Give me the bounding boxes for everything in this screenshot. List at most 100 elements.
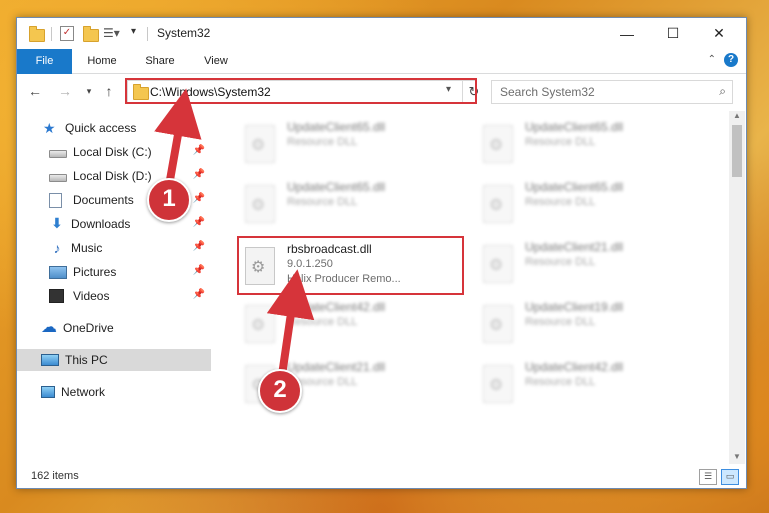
file-item[interactable]: UpdateClient42.dll Resource DLL [477,357,705,409]
file-type: Resource DLL [525,256,596,268]
sidebar-item-music[interactable]: ♪ Music 📌 [17,237,211,259]
file-explorer-window: ✓ ☰▾ ▾ System32 — ☐ ✕ File Home Share Vi… [16,17,747,489]
file-item[interactable]: UpdateClient42.dll Resource DLL [239,297,467,349]
step-1-badge: 1 [147,178,191,222]
music-icon: ♪ [53,240,61,256]
close-button[interactable]: ✕ [696,18,742,49]
pin-icon[interactable]: 📌 [193,193,205,204]
file-item[interactable]: UpdateClient65.dll Resource DLL [477,177,705,229]
network-icon [41,386,55,398]
file-type: Resource DLL [525,196,596,208]
file-type: Resource DLL [525,136,596,148]
tab-share[interactable]: Share [135,49,185,73]
search-input[interactable] [498,81,702,103]
file-name: UpdateClient21.dll [525,240,624,254]
help-icon[interactable]: ? [724,53,738,67]
file-item[interactable]: UpdateClient65.dll Resource DLL [239,117,467,169]
disk-icon [49,150,67,158]
divider [51,27,52,41]
sidebar-item-label: Downloads [71,217,131,231]
scroll-down-icon[interactable]: ▼ [729,452,745,464]
minimize-button[interactable]: — [604,18,650,49]
pin-icon[interactable]: 📌 [193,169,205,180]
file-type: Resource DLL [287,316,358,328]
file-name: UpdateClient21.dll [287,360,386,374]
document-icon [49,192,62,208]
window-title: System32 [157,26,211,40]
item-count: 162 items [31,470,79,482]
file-name: UpdateClient65.dll [287,120,386,134]
dll-file-icon [245,305,275,343]
refresh-button[interactable]: ↻ [462,81,485,103]
title-bar: ✓ ☰▾ ▾ System32 — ☐ ✕ [17,18,746,49]
large-icons-view-icon[interactable]: ▭ [721,469,739,485]
file-name: rbsbroadcast.dll [287,242,372,256]
dll-file-icon [245,185,275,223]
back-button[interactable]: ← [25,81,45,101]
sidebar-item-label: Quick access [65,121,137,135]
sidebar-item-label: Network [61,385,106,399]
sidebar-item-this-pc[interactable]: This PC [17,349,211,371]
file-name: UpdateClient42.dll [287,300,386,314]
folder-icon[interactable] [29,26,45,42]
pin-icon[interactable]: 📌 [193,289,205,300]
dll-file-icon [245,125,275,163]
sidebar-item-quick-access[interactable]: ★ Quick access [17,117,211,139]
sidebar-item-onedrive[interactable]: ☁ OneDrive [17,317,211,339]
pin-icon[interactable]: 📌 [193,145,205,156]
file-item[interactable]: UpdateClient65.dll Resource DLL [477,117,705,169]
file-item[interactable]: UpdateClient21.dll Resource DLL [477,237,705,289]
search-box[interactable]: ⌕ [491,80,733,104]
pin-icon[interactable]: 📌 [193,241,205,252]
customize-toolbar-icon[interactable]: ☰▾ [103,26,120,40]
step-2-badge: 2 [258,369,302,413]
dll-file-icon [483,185,513,223]
up-button[interactable]: ↑ [99,81,119,101]
scroll-thumb[interactable] [732,125,742,177]
search-icon: ⌕ [719,84,726,98]
pin-icon[interactable]: 📌 [193,217,205,228]
file-description: Helix Producer Remo... [287,273,401,285]
file-item[interactable]: UpdateClient65.dll Resource DLL [239,177,467,229]
sidebar-item-local-disk-c[interactable]: Local Disk (C:) 📌 [17,141,211,163]
scroll-up-icon[interactable]: ▲ [729,111,745,123]
new-folder-icon[interactable] [83,26,99,42]
file-type: Resource DLL [287,136,358,148]
vertical-scrollbar[interactable]: ▲ ▼ [729,111,745,464]
tab-home[interactable]: Home [79,49,125,73]
recent-locations-icon[interactable]: ▾ [79,81,99,101]
file-list: UpdateClient65.dll Resource DLL UpdateCl… [213,111,729,464]
file-item[interactable]: UpdateClient19.dll Resource DLL [477,297,705,349]
file-type: Resource DLL [525,376,596,388]
maximize-button[interactable]: ☐ [650,18,696,49]
properties-icon[interactable]: ✓ [60,26,74,41]
sidebar-item-label: This PC [65,353,108,367]
folder-icon [133,84,149,100]
file-item-rbsbroadcast[interactable]: rbsbroadcast.dll 9.0.1.250 Helix Produce… [239,239,467,291]
star-icon: ★ [43,120,56,136]
disk-icon [49,174,67,182]
details-view-icon[interactable]: ☰ [699,469,717,485]
file-type: Resource DLL [287,196,358,208]
pin-icon[interactable]: 📌 [193,265,205,276]
chevron-down-icon[interactable]: ▾ [446,84,451,95]
sidebar-item-videos[interactable]: Videos 📌 [17,285,211,307]
file-type: Resource DLL [525,316,596,328]
dll-file-icon [483,245,513,283]
file-name: UpdateClient65.dll [525,120,624,134]
sidebar-item-pictures[interactable]: Pictures 📌 [17,261,211,283]
forward-button[interactable]: → [55,81,75,101]
file-name: UpdateClient65.dll [287,180,386,194]
sidebar-item-network[interactable]: Network [17,381,211,403]
tab-view[interactable]: View [193,49,239,73]
computer-icon [41,354,59,366]
collapse-ribbon-icon[interactable]: ⌃ [708,54,716,65]
sidebar-item-label: Documents [73,193,134,207]
videos-icon [49,289,64,303]
toolbar-dropdown-icon[interactable]: ▾ [131,26,136,37]
status-bar: 162 items ☰ ▭ [17,464,746,488]
sidebar-item-label: Pictures [73,265,117,279]
cloud-icon: ☁ [41,319,57,336]
address-bar[interactable]: C:\Windows\System32 ▾ ↻ [127,80,479,104]
dll-file-icon [483,125,513,163]
